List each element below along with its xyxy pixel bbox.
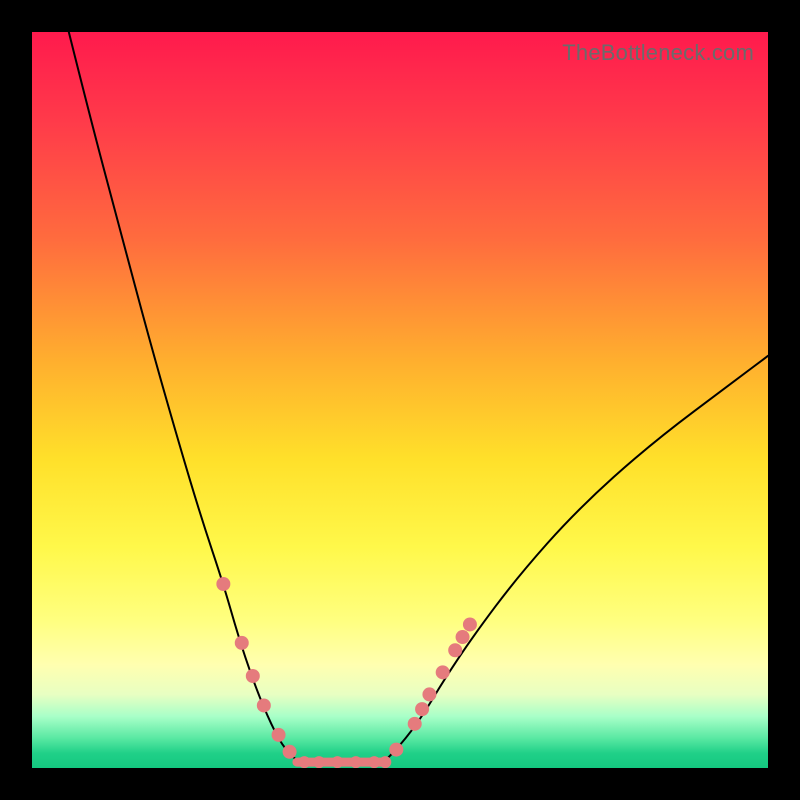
data-marker <box>235 636 249 650</box>
data-marker <box>216 577 230 591</box>
data-marker <box>463 617 477 631</box>
data-marker <box>283 745 297 759</box>
data-marker <box>272 728 286 742</box>
right-curve <box>385 356 768 761</box>
data-marker <box>436 665 450 679</box>
left-curve <box>69 32 297 761</box>
plot-area: TheBottleneck.com <box>32 32 768 768</box>
chart-frame: TheBottleneck.com <box>0 0 800 800</box>
data-marker <box>350 756 362 768</box>
data-marker <box>313 756 325 768</box>
data-marker <box>298 756 310 768</box>
data-marker <box>389 743 403 757</box>
data-marker <box>415 702 429 716</box>
data-marker <box>422 687 436 701</box>
data-marker <box>448 643 462 657</box>
chart-svg <box>32 32 768 768</box>
data-marker <box>379 756 391 768</box>
data-marker <box>408 717 422 731</box>
data-marker <box>368 756 380 768</box>
data-marker <box>257 698 271 712</box>
data-marker <box>246 669 260 683</box>
data-markers <box>216 577 477 768</box>
data-marker <box>331 756 343 768</box>
data-marker <box>456 630 470 644</box>
